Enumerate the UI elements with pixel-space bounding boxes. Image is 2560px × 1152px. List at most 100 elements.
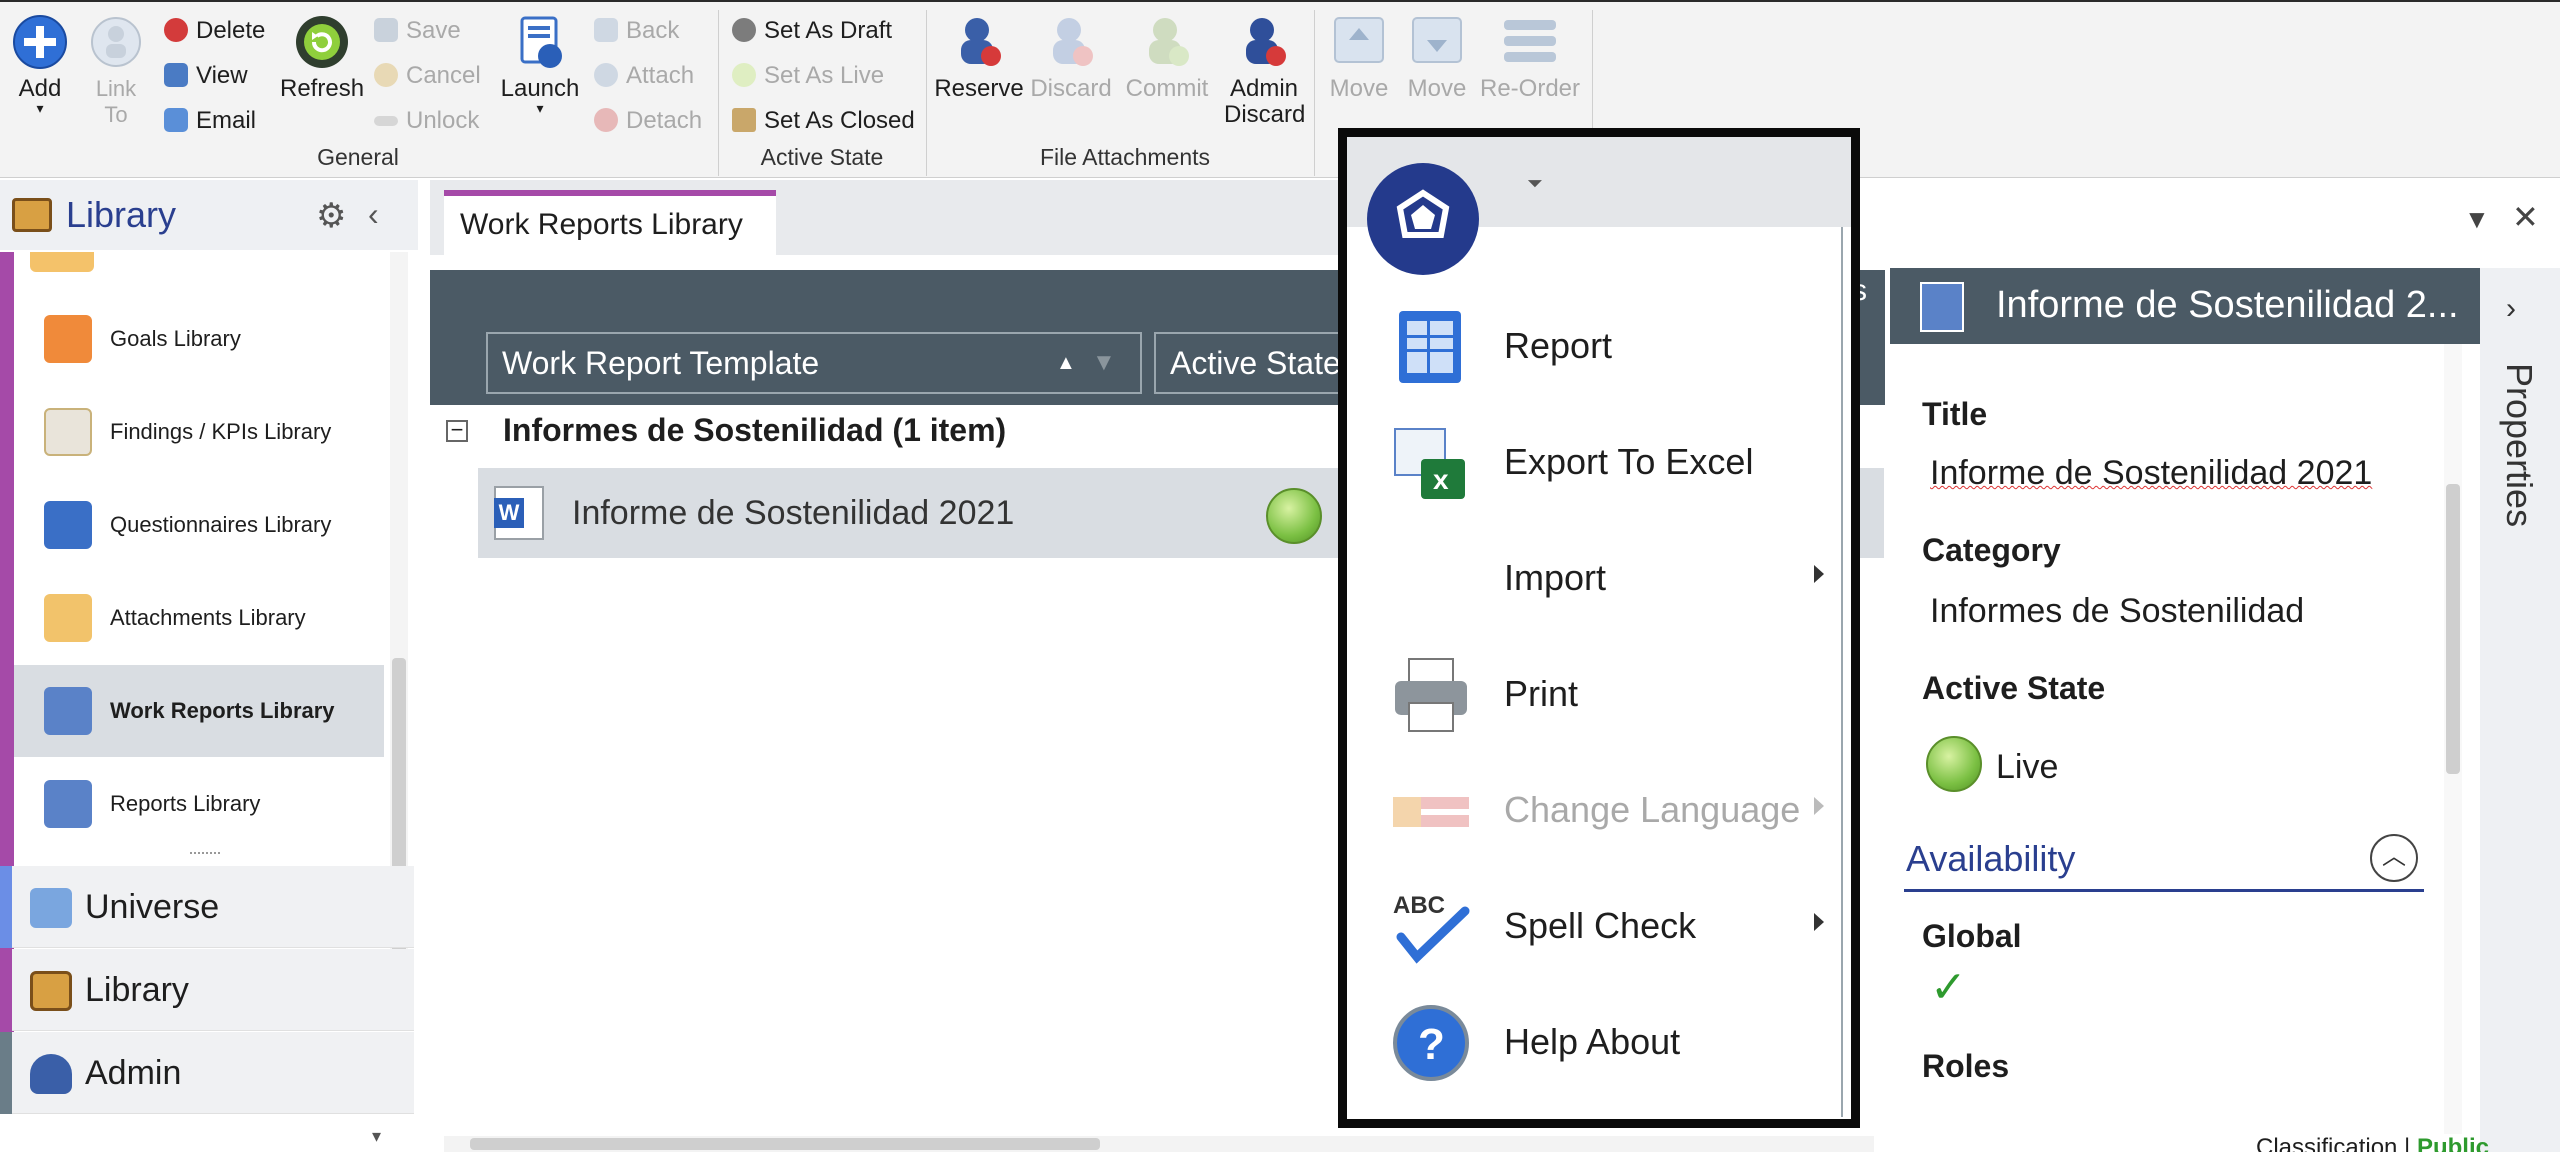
admin-icon: [30, 1054, 72, 1094]
view-icon: [164, 63, 188, 87]
back-button[interactable]: Back: [594, 14, 679, 48]
goals-icon: [44, 315, 92, 363]
live-status-icon: [1926, 736, 1982, 792]
splitter-grip[interactable]: [190, 852, 220, 856]
sidebar-item-questionnaires-library[interactable]: Questionnaires Library: [14, 479, 384, 571]
submenu-arrow-icon: [1814, 797, 1824, 815]
draft-state-icon: [732, 18, 756, 42]
nav-library-accent: [0, 949, 12, 1031]
add-button[interactable]: Add ▾: [8, 14, 72, 115]
collapse-group-icon[interactable]: −: [446, 419, 468, 442]
admin-discard-icon: [1236, 14, 1292, 70]
sidebar-item-work-reports-library[interactable]: Work Reports Library: [14, 665, 384, 757]
library-icon: [30, 971, 72, 1011]
set-as-live-button[interactable]: Set As Live: [732, 59, 884, 93]
work-reports-icon: [44, 687, 92, 735]
roles-label: Roles: [1922, 1048, 2010, 1084]
reorder-button[interactable]: Re-Order: [1478, 14, 1582, 102]
reorder-icon: [1502, 14, 1558, 70]
properties-side-tab[interactable]: › Properties: [2480, 268, 2560, 1152]
live-state-icon: [732, 63, 756, 87]
column-header-active-state[interactable]: Active State: [1154, 332, 1354, 394]
set-as-draft-button[interactable]: Set As Draft: [732, 14, 892, 48]
menu-item-change-language[interactable]: Change Language: [1349, 751, 1842, 867]
collapse-sidebar-icon[interactable]: ‹: [368, 196, 379, 233]
properties-scrollbar[interactable]: [2444, 344, 2462, 1134]
move-up-button[interactable]: Move Up: [1324, 14, 1394, 102]
report-icon: [1391, 307, 1471, 387]
gear-icon[interactable]: ⚙: [316, 196, 346, 236]
commit-icon: [1139, 14, 1195, 70]
commit-button[interactable]: Commit: [1120, 14, 1214, 102]
nav-universe[interactable]: Universe: [0, 866, 414, 948]
tab-dropdown-icon[interactable]: ▼: [2464, 204, 2490, 235]
unlock-button[interactable]: Unlock: [374, 104, 479, 138]
category-label: Category: [1922, 532, 2061, 568]
attach-button[interactable]: Attach: [594, 59, 694, 93]
category-value[interactable]: Informes de Sostenilidad: [1930, 592, 2304, 631]
availability-section-header[interactable]: Availability ︿: [1904, 834, 2424, 892]
horizontal-scroll-thumb[interactable]: [470, 1138, 1100, 1150]
properties-scroll-thumb[interactable]: [2446, 484, 2460, 774]
menu-item-help-about[interactable]: ? Help About: [1349, 983, 1842, 1099]
reserve-button[interactable]: Reserve: [934, 14, 1024, 102]
properties-title: Informe de Sostenilidad 2...: [1996, 284, 2459, 326]
sidebar-item-reports-library[interactable]: Reports Library: [14, 758, 384, 850]
sidebar-item-findings-library[interactable]: Findings / KPIs Library: [14, 386, 384, 478]
app-window: Add ▾ Link To Delete View Email Refresh …: [0, 0, 2560, 1152]
menu-item-import[interactable]: Import: [1349, 519, 1842, 635]
help-icon: ?: [1391, 1003, 1471, 1083]
refresh-button[interactable]: Refresh: [280, 14, 364, 102]
column-header-work-report-template[interactable]: Work Report Template ▲ ▼: [486, 332, 1142, 394]
menu-dropdown-icon[interactable]: ⏷: [1527, 173, 1543, 196]
svg-text:ABC: ABC: [1393, 892, 1445, 919]
move-up-icon: [1331, 14, 1387, 70]
link-to-button[interactable]: Link To: [84, 14, 148, 128]
close-icon[interactable]: ✕: [2512, 198, 2539, 236]
detach-button[interactable]: Detach: [594, 104, 702, 138]
title-value[interactable]: Informe de Sostenilidad 2021: [1930, 454, 2372, 493]
menu-item-spell-check[interactable]: ABC Spell Check: [1349, 867, 1842, 983]
add-label: Add: [18, 75, 62, 102]
filter-icon[interactable]: ▼: [1092, 334, 1116, 392]
findings-icon: [44, 408, 92, 456]
launch-button[interactable]: Launch ▾: [500, 14, 580, 115]
delete-button[interactable]: Delete: [164, 14, 265, 48]
chevron-down-icon[interactable]: ▾: [372, 1126, 381, 1147]
admin-discard-button[interactable]: Admin Discard: [1216, 14, 1312, 128]
menu-item-print[interactable]: Print: [1349, 635, 1842, 751]
horizontal-scrollbar[interactable]: [444, 1136, 1874, 1152]
sort-asc-icon[interactable]: ▲: [1056, 334, 1076, 392]
detach-icon: [594, 108, 618, 132]
unlock-icon: [374, 116, 398, 126]
set-as-closed-button[interactable]: Set As Closed: [732, 104, 915, 138]
submenu-arrow-icon: [1814, 913, 1824, 931]
nav-admin[interactable]: Admin: [0, 1032, 414, 1114]
menu-body: Report x Export To Excel Import Print Ch…: [1349, 227, 1843, 1117]
tab-work-reports-library[interactable]: Work Reports Library: [444, 190, 776, 255]
nav-library[interactable]: Library: [0, 949, 414, 1031]
sidebar-item-goals-library[interactable]: Goals Library: [14, 293, 384, 385]
view-button[interactable]: View: [164, 59, 248, 93]
expand-icon[interactable]: ›: [2506, 292, 2516, 326]
menu-item-report[interactable]: Report: [1349, 287, 1842, 403]
nav-universe-accent: [0, 866, 12, 948]
save-button[interactable]: Save: [374, 14, 461, 48]
classification-footer: Classification | Public: [2256, 1134, 2489, 1152]
email-button[interactable]: Email: [164, 104, 256, 138]
reserve-icon: [951, 14, 1007, 70]
menu-item-export-to-excel[interactable]: x Export To Excel: [1349, 403, 1842, 519]
discard-button[interactable]: Discard: [1024, 14, 1118, 102]
refresh-label: Refresh: [280, 75, 365, 102]
live-status-icon: [1266, 488, 1322, 544]
move-down-button[interactable]: Move Down: [1400, 14, 1474, 102]
properties-panel: Title Informe de Sostenilidad 2021 Categ…: [1890, 344, 2489, 1152]
collapse-section-icon[interactable]: ︿: [2370, 834, 2418, 882]
group-label-general: General: [317, 144, 399, 170]
cancel-button[interactable]: Cancel: [374, 59, 481, 93]
sidebar-item-attachments-library[interactable]: Attachments Library: [14, 572, 384, 664]
save-icon: [374, 18, 398, 42]
spell-check-icon: ABC: [1391, 887, 1471, 967]
group-row-label: Informes de Sostenilidad (1 item): [503, 412, 1007, 448]
svg-text:x: x: [1433, 464, 1449, 495]
